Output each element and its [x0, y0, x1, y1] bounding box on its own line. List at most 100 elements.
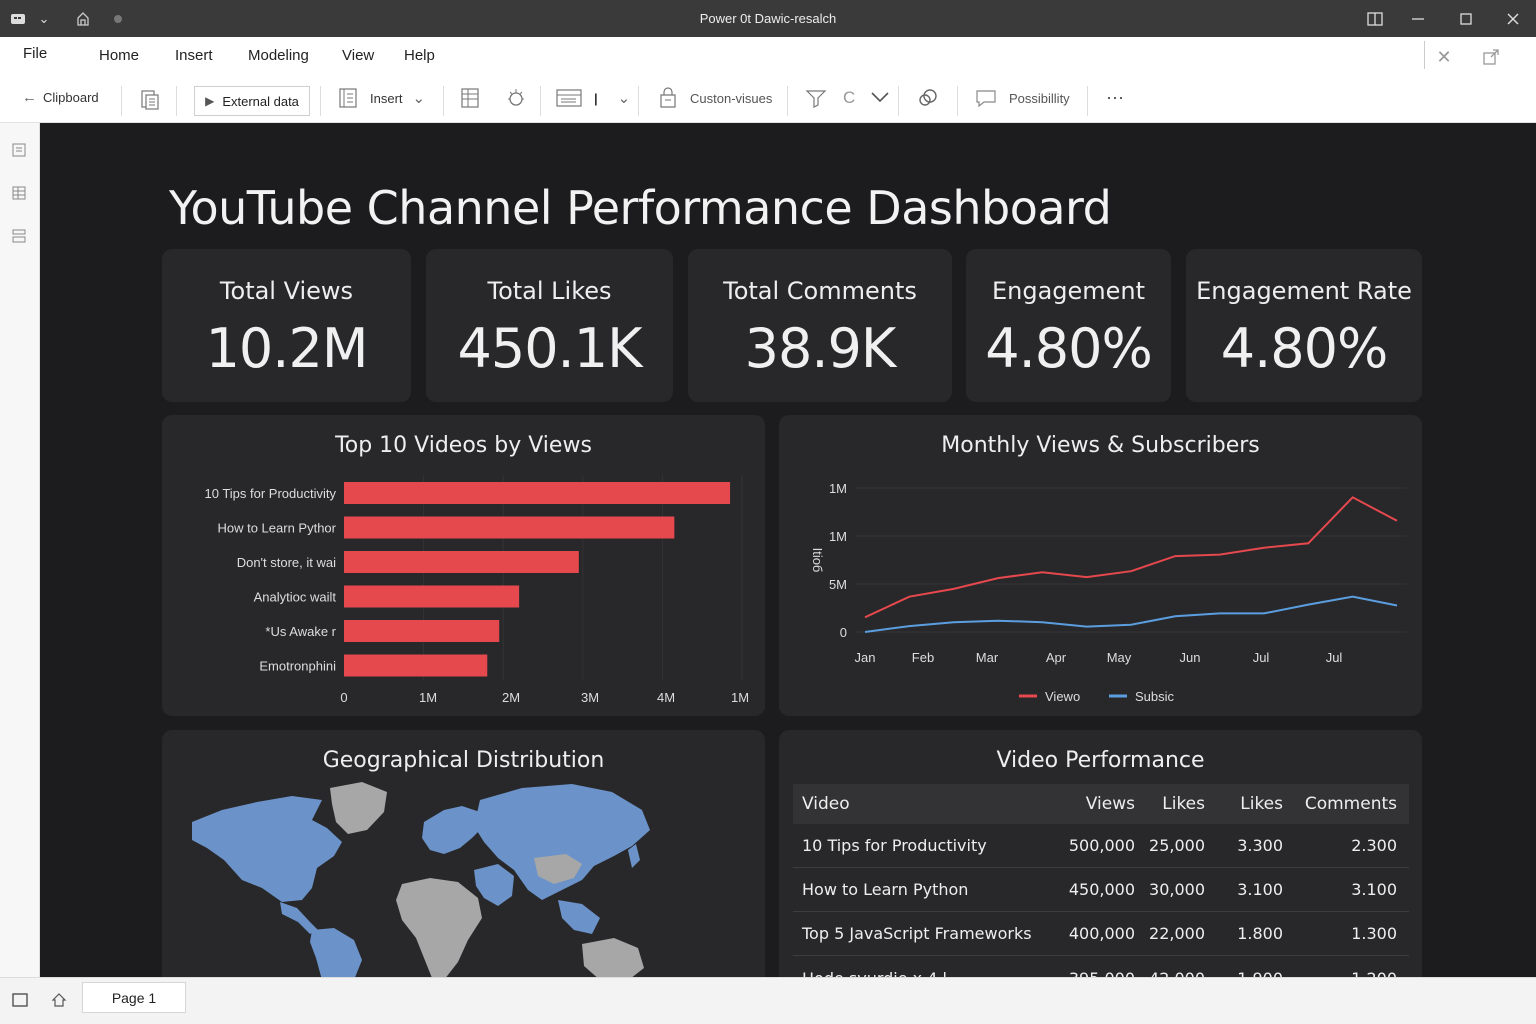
category-label: *Us Awake r: [265, 624, 336, 639]
external-data-label: External data: [222, 93, 299, 109]
ribbon-divider: [1087, 86, 1088, 116]
menu-modeling[interactable]: Modeling: [248, 47, 309, 64]
share-icon[interactable]: [1479, 45, 1503, 69]
video-performance-card[interactable]: Video Performance Video Views Likes Like…: [779, 730, 1422, 977]
map-middle-east: [474, 864, 514, 906]
dismiss-icon[interactable]: ✕: [1432, 45, 1456, 69]
more-options-button[interactable]: ···: [1106, 87, 1124, 108]
map-south-america: [310, 928, 362, 977]
kpi-label: Engagement Rate: [1196, 277, 1412, 305]
table-row[interactable]: 10 Tips for Productivity 500,000 25,000 …: [793, 824, 1409, 868]
minimize-icon[interactable]: [1408, 9, 1428, 29]
kpi-card-engagement[interactable]: Engagement 4.80%: [966, 249, 1171, 402]
table-cell: 395,000: [1055, 969, 1135, 978]
top-videos-card[interactable]: Top 10 Videos by Views 10 Tips for Produ…: [162, 415, 765, 716]
table-row[interactable]: Top 5 JavaScript Frameworks 400,000 22,0…: [793, 912, 1409, 956]
map-africa: [396, 878, 482, 977]
menu-insert[interactable]: Insert: [175, 47, 213, 64]
map-greenland: [330, 782, 387, 834]
model-view-icon[interactable]: [10, 227, 28, 245]
menu-bar: File Home Insert Modeling View Help ✕: [0, 37, 1536, 77]
transform-button[interactable]: C: [805, 87, 889, 109]
bug-icon[interactable]: [506, 87, 526, 109]
table-cell: Hode svurdie x 4 l: [793, 969, 1055, 978]
funnel-icon: [805, 90, 827, 108]
column-header[interactable]: Likes: [1205, 794, 1283, 814]
x-tick-label: Feb: [912, 650, 934, 665]
home-icon[interactable]: [49, 990, 69, 1010]
kpi-card-total-likes[interactable]: Total Likes 450.1K: [426, 249, 673, 402]
table-cell: 22,000: [1149, 924, 1205, 943]
table-cell: 1.800: [1237, 924, 1283, 943]
custom-visuals-button[interactable]: Custon-visues: [658, 87, 772, 109]
map-japan: [628, 844, 640, 868]
page-view-icon[interactable]: [10, 990, 30, 1010]
window-title: Power 0t Dawic-resalch: [699, 11, 837, 26]
table-cell: 1.900: [1205, 969, 1283, 978]
comment-icon: [976, 90, 996, 108]
category-label: Emotronphini: [259, 659, 336, 674]
report-view-icon[interactable]: [10, 141, 28, 159]
kpi-card-total-comments[interactable]: Total Comments 38.9K: [688, 249, 952, 402]
refresh-icon[interactable]: [917, 87, 939, 109]
ribbon-divider: [121, 86, 122, 116]
y-axis-label: Itioб: [810, 548, 825, 573]
view-switcher: [0, 123, 40, 977]
ribbon-divider: [443, 86, 444, 116]
kpi-label: Total Comments: [723, 277, 917, 305]
paste-icon[interactable]: [140, 87, 160, 111]
table-cell: 3.300: [1237, 836, 1283, 855]
x-tick-label: Apr: [1046, 650, 1067, 665]
menu-file[interactable]: File: [23, 45, 47, 62]
close-icon[interactable]: [1503, 9, 1523, 29]
visual-separator: |: [594, 90, 598, 106]
x-tick-label: May: [1107, 650, 1132, 665]
possibility-button[interactable]: Possibillity: [975, 87, 1070, 109]
ribbon-divider: [320, 86, 321, 116]
category-label: Analytioc wailt: [254, 590, 337, 605]
category-label: 10 Tips for Productivity: [205, 486, 337, 501]
legend-label: Viewo: [1045, 689, 1080, 704]
data-view-icon[interactable]: [10, 184, 28, 202]
geo-distribution-card[interactable]: Geographical Distribution: [162, 730, 765, 977]
y-tick-label: 1M: [829, 481, 847, 496]
insert-label: Insert: [370, 90, 403, 106]
column-header[interactable]: Likes: [1135, 794, 1205, 814]
insert-dropdown[interactable]: Insert ⌄: [338, 87, 425, 109]
menu-home[interactable]: Home: [99, 47, 139, 64]
menu-view[interactable]: View: [342, 47, 374, 64]
table-row[interactable]: Hode svurdie x 4 l 395,000 42,000 1.900 …: [793, 956, 1409, 978]
bar: [344, 482, 731, 504]
column-header[interactable]: Views: [1055, 794, 1135, 814]
column-header[interactable]: Video: [793, 794, 1055, 814]
x-tick-label: 2M: [502, 690, 520, 705]
maximize-icon[interactable]: [1456, 9, 1476, 29]
table-cell: 25,000: [1149, 836, 1205, 855]
kpi-card-engagement-rate[interactable]: Engagement Rate 4.80%: [1186, 249, 1422, 402]
table-icon[interactable]: [460, 87, 480, 109]
monthly-views-card[interactable]: Monthly Views & Subscribers 0 5M 1M 1M Itioб…: [779, 415, 1422, 716]
external-data-button[interactable]: ▶ External data: [194, 86, 310, 116]
kpi-card-total-views[interactable]: Total Views 10.2M: [162, 249, 411, 402]
ribbon-divider: [787, 86, 788, 116]
ribbon-toolbar: ← Clipboard ▶ External data Insert ⌄ | ⌄…: [0, 77, 1536, 123]
bar: [344, 551, 579, 573]
table-row[interactable]: How to Learn Python 450,000 30,000 3.100…: [793, 868, 1409, 912]
x-tick-label: 1M: [419, 690, 437, 705]
table-cell: 1.300: [1351, 924, 1397, 943]
map-southeast-asia: [558, 900, 600, 934]
custom-visuals-label: Custon-visues: [690, 90, 773, 106]
kpi-value: 4.80%: [985, 317, 1153, 380]
kpi-value: 10.2M: [205, 317, 369, 380]
table-cell: Top 5 JavaScript Frameworks: [802, 924, 1032, 943]
visual-dropdown[interactable]: | ⌄: [556, 87, 630, 109]
split-view-icon[interactable]: [1365, 9, 1385, 29]
column-header[interactable]: Comments: [1283, 794, 1403, 814]
menu-help[interactable]: Help: [404, 47, 435, 64]
page-tab[interactable]: Page 1: [82, 982, 186, 1013]
monthly-line-chart: 0 5M 1M 1M Itioб Jan Feb Mar Apr May Jun Jul Jul View…: [810, 481, 1407, 704]
x-tick-label: Jul: [1253, 650, 1270, 665]
world-map: [192, 782, 650, 977]
top-videos-bar-chart: 10 Tips for Productivity How to Learn Pyt…: [205, 475, 749, 705]
clipboard-button[interactable]: ← Clipboard: [22, 89, 99, 106]
